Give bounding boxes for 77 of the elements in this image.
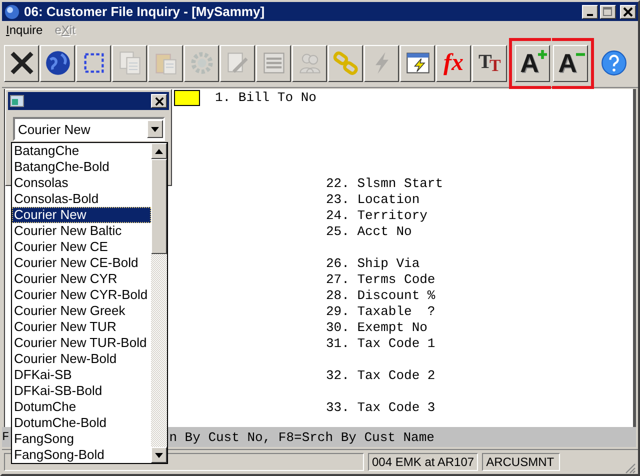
globe-icon	[44, 50, 70, 76]
field-label: 26. Ship Via	[326, 256, 421, 272]
font-option[interactable]: BatangChe-Bold	[12, 159, 151, 175]
font-size-glyph: A	[558, 50, 583, 76]
maximize-icon	[603, 6, 613, 16]
field-label: 30. Exempt No	[326, 320, 428, 336]
font-option[interactable]: Courier New CE-Bold	[12, 255, 151, 271]
chain-icon	[332, 50, 358, 76]
font-option[interactable]: Courier New TUR	[12, 319, 151, 335]
field-label: 25. Acct No	[326, 224, 413, 240]
maximize-button[interactable]	[600, 4, 616, 18]
status-pane: ARCUSMNT	[482, 453, 560, 471]
field-label: 28. Discount %	[326, 288, 436, 304]
font-size-glyph: A	[520, 50, 545, 76]
font-option[interactable]: Courier New Greek	[12, 303, 151, 319]
toolbar-button[interactable]	[40, 44, 75, 82]
field-label: 32. Tax Code 2	[326, 368, 436, 384]
hint-text: F	[2, 430, 10, 444]
window-title: 06: Customer File Inquiry - [MySammy]	[24, 4, 265, 19]
cross-icon	[8, 50, 34, 76]
plus-icon	[538, 50, 547, 59]
close-button[interactable]	[620, 4, 636, 18]
font-option[interactable]: BatangChe	[12, 143, 151, 159]
toolbar-button[interactable]	[328, 44, 363, 82]
font-option[interactable]: DotumChe	[12, 399, 151, 415]
window-lightning-icon	[404, 50, 430, 76]
caret-icon	[151, 126, 159, 132]
close-button[interactable]	[151, 94, 167, 108]
copy-icon	[116, 50, 142, 76]
font-option[interactable]: Consolas	[12, 175, 151, 191]
hint-text: n By Cust No, F8=Srch By Cust Name	[169, 430, 434, 444]
window-icon	[10, 95, 24, 107]
font-option[interactable]: Courier New TUR-Bold	[12, 335, 151, 351]
field-label: 29. Taxable ?	[326, 304, 436, 320]
toolbar-button[interactable]: A	[553, 44, 588, 82]
font-option[interactable]: Courier New	[12, 207, 151, 223]
minus-icon	[576, 50, 585, 59]
close-icon	[154, 96, 164, 106]
font-option[interactable]: Courier New CYR	[12, 271, 151, 287]
font-option[interactable]: Courier New CE	[12, 239, 151, 255]
field-label: 24. Territory	[326, 208, 428, 224]
field-label: 1. Bill To No	[215, 90, 316, 106]
font-option[interactable]: FangSong-Bold	[12, 447, 151, 463]
status-pane: 004 EMK at AR107	[368, 453, 478, 471]
toolbar-button[interactable]	[76, 44, 111, 82]
font-option[interactable]: Consolas-Bold	[12, 191, 151, 207]
minimize-icon	[587, 14, 593, 16]
globe-icon	[4, 4, 20, 20]
field-label: 27. Terms Code	[326, 272, 436, 288]
minimize-button[interactable]	[582, 4, 598, 18]
menu-item[interactable]: Inquire	[6, 23, 43, 37]
gear-icon	[188, 50, 214, 76]
scrollbar[interactable]	[151, 143, 167, 463]
font-option[interactable]: DFKai-SB	[12, 367, 151, 383]
toolbar-button[interactable]: A	[515, 44, 550, 82]
font-option[interactable]: Courier New Baltic	[12, 223, 151, 239]
list-icon	[260, 50, 286, 76]
font-option[interactable]: DFKai-SB-Bold	[12, 383, 151, 399]
scroll-down-icon	[155, 452, 163, 458]
dropdown-button[interactable]	[147, 120, 163, 138]
toolbar-button[interactable]	[4, 44, 39, 82]
font-option[interactable]: Courier New-Bold	[12, 351, 151, 367]
field-label: 33. Tax Code 3	[326, 400, 436, 416]
help-icon	[600, 50, 626, 76]
function-glyph: fx	[444, 51, 464, 75]
font-option[interactable]: FangSong	[12, 431, 151, 447]
toolbar-button[interactable]	[400, 44, 435, 82]
close-icon	[623, 6, 633, 16]
field-label: 31. Tax Code 1	[326, 336, 436, 352]
resize-grip-icon	[624, 462, 636, 474]
font-option[interactable]: Courier New CYR-Bold	[12, 287, 151, 303]
input-field[interactable]	[174, 90, 200, 106]
font-combo-box[interactable]: Courier New	[13, 117, 165, 141]
field-label: 22. Slsmn Start	[326, 176, 444, 192]
field-label: 23. Location	[326, 192, 421, 208]
scroll-up-icon	[155, 148, 163, 154]
font-option[interactable]: DotumChe-Bold	[12, 415, 151, 431]
